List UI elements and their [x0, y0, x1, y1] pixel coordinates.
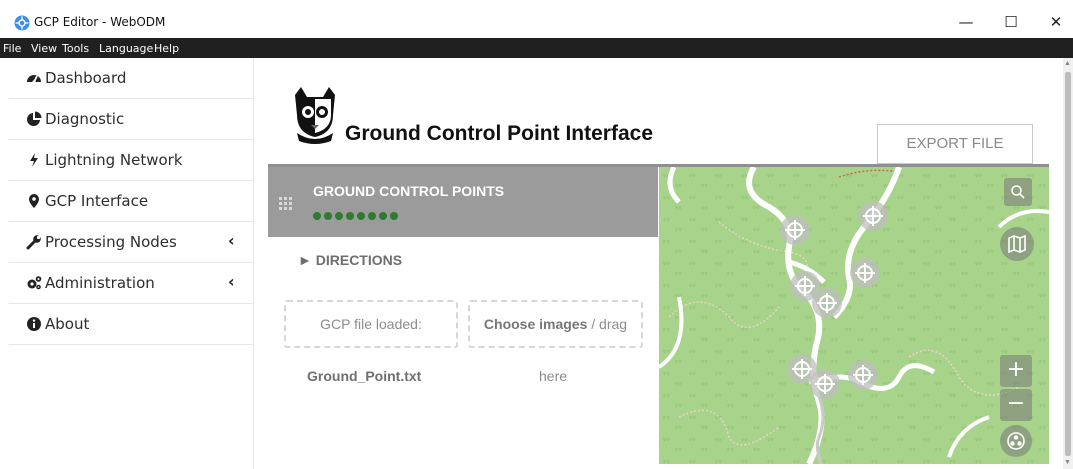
window-title: GCP Editor - WebODM	[34, 15, 166, 29]
progress-dot	[335, 212, 343, 220]
menu-tools[interactable]: Tools	[62, 42, 89, 55]
scroll-down-icon[interactable]: ▼	[1064, 459, 1071, 466]
crosshair-icon	[785, 220, 805, 240]
export-file-button[interactable]: EXPORT FILE	[877, 124, 1033, 164]
title-bar: GCP Editor - WebODM — ☐ ✕	[0, 0, 1073, 38]
wrench-icon	[26, 235, 41, 250]
map-search-button[interactable]	[1004, 178, 1032, 206]
gcp-marker[interactable]	[858, 201, 888, 231]
sidebar-item-label: About	[45, 315, 90, 333]
gcp-progress-dots	[313, 207, 401, 220]
scroll-up-icon[interactable]: ▲	[1064, 60, 1071, 67]
gcp-marker[interactable]	[780, 215, 810, 245]
progress-dot	[357, 212, 365, 220]
progress-dot	[346, 212, 354, 220]
menu-help[interactable]: Help	[154, 42, 179, 55]
chevron-left-icon[interactable]: ‹	[228, 231, 235, 250]
page-title: Ground Control Point Interface	[345, 122, 653, 145]
sidebar-item-label: Lightning Network	[45, 151, 183, 169]
gcp-file-name: Ground_Point.txt	[307, 368, 422, 384]
crosshair-icon	[863, 206, 883, 226]
chevron-left-icon[interactable]: ‹	[228, 272, 235, 291]
bolt-icon	[30, 153, 38, 167]
sidebar-item-label: Diagnostic	[45, 110, 125, 128]
progress-dot	[313, 212, 321, 220]
minimize-button[interactable]: —	[954, 10, 978, 34]
choose-images-here: here	[539, 368, 568, 384]
sidebar-item-about[interactable]: About	[9, 304, 254, 345]
app-icon	[14, 15, 30, 31]
search-icon	[1011, 185, 1025, 199]
gcp-panel-title: GROUND CONTROL POINTS	[313, 183, 505, 199]
crosshair-icon	[792, 359, 812, 379]
zoom-out-button[interactable]: −	[1000, 389, 1032, 421]
sidebar-item-administration[interactable]: Administration ‹	[9, 263, 254, 304]
crosshair-icon	[853, 365, 873, 385]
menu-language[interactable]: Language	[99, 42, 153, 55]
sidebar: Dashboard Diagnostic Lightning Network G…	[0, 58, 254, 469]
crosshair-icon	[815, 374, 835, 394]
close-button[interactable]: ✕	[1044, 10, 1068, 34]
progress-dot	[379, 212, 387, 220]
map-layers-button[interactable]	[1000, 227, 1034, 261]
sidebar-item-label: Processing Nodes	[45, 233, 177, 251]
vertical-scrollbar[interactable]: ▲ ▼	[1063, 58, 1073, 469]
sidebar-item-label: GCP Interface	[45, 192, 149, 210]
cogs-icon	[27, 276, 42, 290]
drag-handle-icon[interactable]	[279, 197, 293, 211]
gcp-panel-header: GROUND CONTROL POINTS	[268, 167, 658, 237]
sidebar-item-dashboard[interactable]: Dashboard	[9, 58, 254, 99]
map-view[interactable]: ᵠᵠ ᵠᵠ	[659, 167, 1049, 464]
crosshair-icon	[817, 293, 837, 313]
locate-icon	[1007, 432, 1025, 450]
progress-dot	[324, 212, 332, 220]
zoom-in-button[interactable]: +	[1000, 355, 1032, 387]
maximize-button[interactable]: ☐	[999, 10, 1023, 34]
scroll-thumb[interactable]	[1065, 72, 1071, 456]
crosshair-icon	[855, 263, 875, 283]
progress-dot	[390, 212, 398, 220]
choose-images-drag: / drag	[587, 316, 628, 332]
sidebar-item-lightning-network[interactable]: Lightning Network	[9, 140, 254, 181]
locate-button[interactable]	[1000, 425, 1032, 457]
map-terrain: ᵠᵠ ᵠᵠ	[659, 167, 1049, 464]
map-icon	[1008, 234, 1026, 254]
gcp-marker[interactable]	[810, 369, 840, 399]
map-marker-icon	[29, 194, 39, 208]
gcp-marker[interactable]	[848, 360, 878, 390]
gcp-marker[interactable]	[812, 288, 842, 318]
sidebar-item-gcp-interface[interactable]: GCP Interface	[9, 181, 254, 222]
menu-file[interactable]: File	[3, 42, 21, 55]
menu-view[interactable]: View	[31, 42, 57, 55]
sidebar-item-label: Administration	[45, 274, 155, 292]
gcp-file-box[interactable]: GCP file loaded:	[284, 300, 458, 348]
info-icon	[27, 317, 41, 331]
gcp-marker[interactable]	[850, 258, 880, 288]
logo-icon	[295, 87, 335, 144]
sidebar-item-diagnostic[interactable]: Diagnostic	[9, 99, 254, 140]
crosshair-icon	[795, 276, 815, 296]
sidebar-item-processing-nodes[interactable]: Processing Nodes ‹	[9, 222, 254, 263]
choose-images-label: Choose images	[483, 316, 588, 332]
choose-images-dropzone[interactable]: Choose images / drag	[468, 300, 643, 348]
main-content: Ground Control Point Interface EXPORT FI…	[255, 58, 1063, 469]
directions-toggle[interactable]: ► DIRECTIONS	[298, 252, 402, 268]
sidebar-item-label: Dashboard	[45, 69, 127, 87]
app-window: GCP Editor - WebODM — ☐ ✕ File View Tool…	[0, 0, 1073, 469]
menu-bar: File View Tools Language Help	[0, 38, 1073, 58]
tachometer-icon	[27, 75, 41, 84]
pie-chart-icon	[27, 111, 42, 126]
progress-dot	[368, 212, 376, 220]
